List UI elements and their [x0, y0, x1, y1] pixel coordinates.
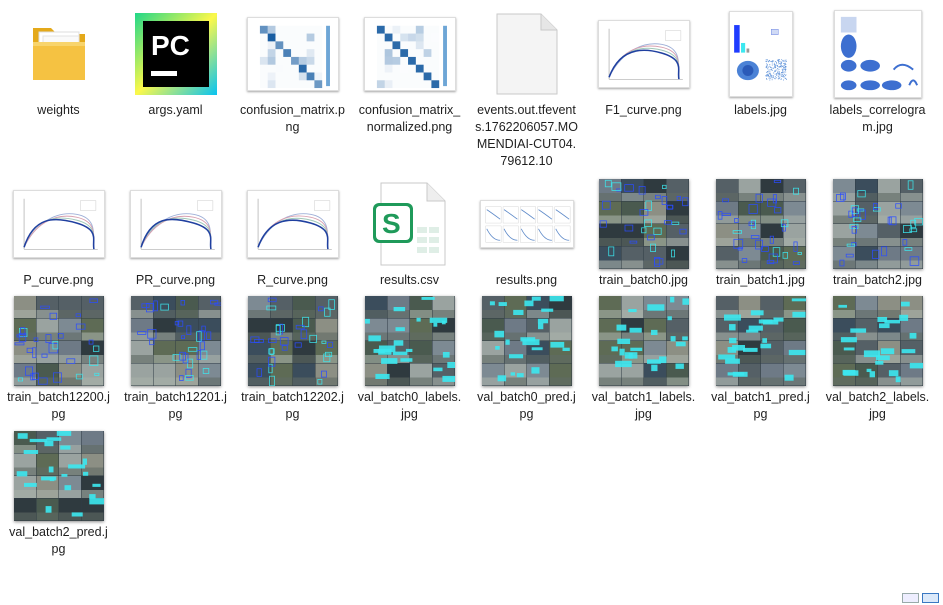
details-view-button[interactable]: [902, 593, 919, 603]
curve-thumbnail-icon: [0, 178, 117, 270]
batch-image-thumbnail-icon: [819, 295, 936, 387]
file-name-label: F1_curve.png: [605, 103, 682, 117]
file-name-label: val_batch0_pred.jpg: [477, 390, 576, 421]
batch-image-thumbnail-icon: [468, 295, 585, 387]
curve-thumbnail-icon: [585, 8, 702, 100]
file-item-args-yaml[interactable]: PC args.yaml: [117, 8, 234, 119]
batch-image-thumbnail-icon: [702, 178, 819, 270]
file-name-label: R_curve.png: [257, 273, 328, 287]
batch-image-thumbnail-icon: [819, 178, 936, 270]
file-name-label: results.csv: [379, 273, 440, 287]
file-name-label: events.out.tfevents.1762206057.MOMENDIAI…: [475, 103, 578, 168]
file-name-label: confusion_matrix_normalized.png: [358, 103, 461, 134]
file-item-val-batch0-labels-jpg[interactable]: val_batch0_labels.jpg: [351, 295, 468, 423]
svg-text:S: S: [382, 208, 401, 239]
file-item-train-batch12200-jpg[interactable]: train_batch12200.jpg: [0, 295, 117, 423]
file-name-label: confusion_matrix.png: [240, 103, 345, 134]
correlogram-thumbnail-icon: [819, 8, 936, 100]
file-name-label: train_batch12200.jpg: [7, 390, 110, 421]
file-name-label: val_batch2_labels.jpg: [825, 390, 930, 421]
batch-image-thumbnail-icon: [0, 430, 117, 522]
file-item-train-batch1-jpg[interactable]: train_batch1.jpg: [702, 178, 819, 289]
file-item-confusion-matrix-normalized-png[interactable]: confusion_matrix_normalized.png: [351, 8, 468, 136]
view-switcher: [902, 593, 939, 603]
batch-image-thumbnail-icon: [585, 295, 702, 387]
batch-image-thumbnail-icon: [0, 295, 117, 387]
curve-thumbnail-icon: [117, 178, 234, 270]
file-item-val-batch1-labels-jpg[interactable]: val_batch1_labels.jpg: [585, 295, 702, 423]
file-item-labels-jpg[interactable]: labels.jpg: [702, 8, 819, 119]
results-thumbnail-icon: [468, 178, 585, 270]
batch-image-thumbnail-icon: [117, 295, 234, 387]
batch-image-thumbnail-icon: [585, 178, 702, 270]
file-name-label: args.yaml: [148, 103, 203, 117]
labels-thumbnail-icon: [702, 8, 819, 100]
file-name-label: val_batch2_pred.jpg: [9, 525, 108, 556]
file-item-val-batch1-pred-jpg[interactable]: val_batch1_pred.jpg: [702, 295, 819, 423]
file-item-train-batch12201-jpg[interactable]: train_batch12201.jpg: [117, 295, 234, 423]
file-item-train-batch2-jpg[interactable]: train_batch2.jpg: [819, 178, 936, 289]
file-item-val-batch0-pred-jpg[interactable]: val_batch0_pred.jpg: [468, 295, 585, 423]
file-item-val-batch2-labels-jpg[interactable]: val_batch2_labels.jpg: [819, 295, 936, 423]
batch-image-thumbnail-icon: [234, 295, 351, 387]
file-name-label: val_batch1_labels.jpg: [591, 390, 696, 421]
batch-image-thumbnail-icon: [702, 295, 819, 387]
file-name-label: train_batch12202.jpg: [241, 390, 344, 421]
file-name-label: train_batch0.jpg: [599, 273, 688, 287]
batch-image-thumbnail-icon: [351, 295, 468, 387]
file-name-label: PR_curve.png: [135, 273, 216, 287]
file-item-f1-curve-png[interactable]: F1_curve.png: [585, 8, 702, 119]
file-name-label: weights: [37, 103, 80, 117]
file-item-results-png[interactable]: results.png: [468, 178, 585, 289]
file-name-label: train_batch1.jpg: [716, 273, 805, 287]
file-name-label: val_batch0_labels.jpg: [357, 390, 462, 421]
file-item-train-batch0-jpg[interactable]: train_batch0.jpg: [585, 178, 702, 289]
file-item-confusion-matrix-png[interactable]: confusion_matrix.png: [234, 8, 351, 136]
folder-icon: [0, 8, 117, 100]
file-name-label: labels_correlogram.jpg: [829, 103, 926, 134]
file-item-results-csv[interactable]: S results.csv: [351, 178, 468, 289]
file-name-label: results.png: [495, 273, 558, 287]
file-item-val-batch2-pred-jpg[interactable]: val_batch2_pred.jpg: [0, 430, 117, 558]
confusion-matrix-thumbnail-icon: [351, 8, 468, 100]
file-name-label: train_batch2.jpg: [833, 273, 922, 287]
file-item-labels-correlogram-jpg[interactable]: labels_correlogram.jpg: [819, 8, 936, 136]
file-item-events-out-tfevents-1762206057-momendiai-cut04-79612-10[interactable]: events.out.tfevents.1762206057.MOMENDIAI…: [468, 8, 585, 170]
large-icons-view-button[interactable]: [922, 593, 939, 603]
blank-file-icon: [468, 8, 585, 100]
confusion-matrix-thumbnail-icon: [234, 8, 351, 100]
file-name-label: labels.jpg: [734, 103, 787, 117]
file-name-label: train_batch12201.jpg: [124, 390, 227, 421]
spreadsheet-icon: S: [351, 178, 468, 270]
file-item-train-batch12202-jpg[interactable]: train_batch12202.jpg: [234, 295, 351, 423]
pycharm-icon: PC: [117, 8, 234, 100]
curve-thumbnail-icon: [234, 178, 351, 270]
file-item-pr-curve-png[interactable]: PR_curve.png: [117, 178, 234, 289]
file-item-r-curve-png[interactable]: R_curve.png: [234, 178, 351, 289]
file-item-weights[interactable]: weights: [0, 8, 117, 119]
svg-text:PC: PC: [151, 30, 190, 61]
file-name-label: P_curve.png: [23, 273, 94, 287]
file-name-label: val_batch1_pred.jpg: [711, 390, 810, 421]
file-item-p-curve-png[interactable]: P_curve.png: [0, 178, 117, 289]
